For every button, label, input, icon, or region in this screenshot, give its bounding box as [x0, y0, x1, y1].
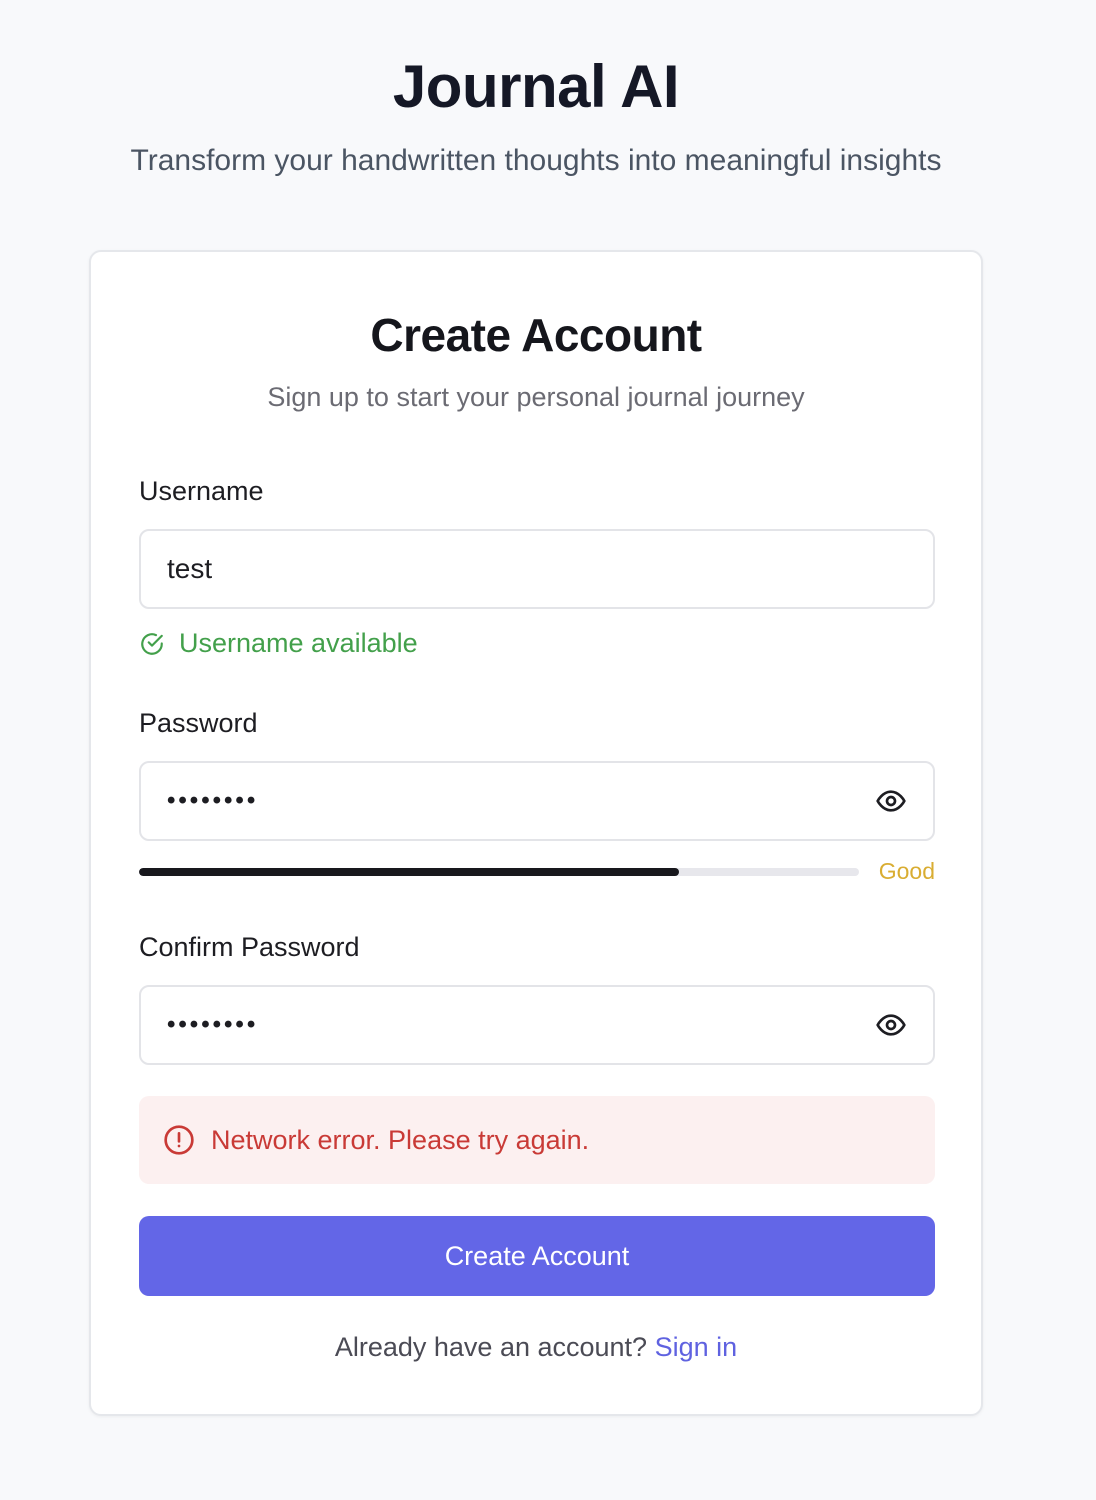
app-subtitle: Transform your handwritten thoughts into…: [130, 144, 942, 177]
username-input[interactable]: test: [139, 529, 935, 609]
signup-card: Create Account Sign up to start your per…: [89, 250, 983, 1416]
confirm-password-label: Confirm Password: [139, 932, 360, 962]
confirm-password-input[interactable]: ••••••••: [139, 985, 935, 1065]
form-title: Create Account: [370, 309, 702, 361]
username-status-text: Username available: [179, 628, 418, 658]
username-status: Username available: [139, 628, 418, 659]
alert-circle-icon: [163, 1124, 195, 1156]
error-message: Network error. Please try again.: [211, 1124, 590, 1155]
signin-prompt-text: Already have an account?: [334, 1332, 648, 1362]
error-alert: Network error. Please try again.: [139, 1096, 935, 1184]
signin-prompt: Already have an account? Sign in: [91, 1332, 981, 1363]
app-title: Journal AI: [392, 53, 680, 120]
username-label: Username: [139, 476, 264, 506]
password-strength-label: Good: [878, 858, 935, 884]
username-value: test: [167, 553, 213, 584]
password-label: Password: [139, 708, 258, 738]
sign-in-link[interactable]: Sign in: [655, 1332, 738, 1362]
create-account-button[interactable]: Create Account: [139, 1216, 935, 1296]
password-strength-bar: [139, 868, 859, 876]
password-strength-fill: [139, 868, 679, 876]
password-input[interactable]: ••••••••: [139, 761, 935, 841]
eye-icon[interactable]: [875, 1009, 907, 1041]
confirm-password-value: ••••••••: [167, 1011, 259, 1038]
password-value: ••••••••: [167, 787, 259, 814]
check-circle-icon: [139, 631, 165, 657]
form-subtitle: Sign up to start your personal journal j…: [267, 382, 805, 412]
eye-icon[interactable]: [875, 785, 907, 817]
